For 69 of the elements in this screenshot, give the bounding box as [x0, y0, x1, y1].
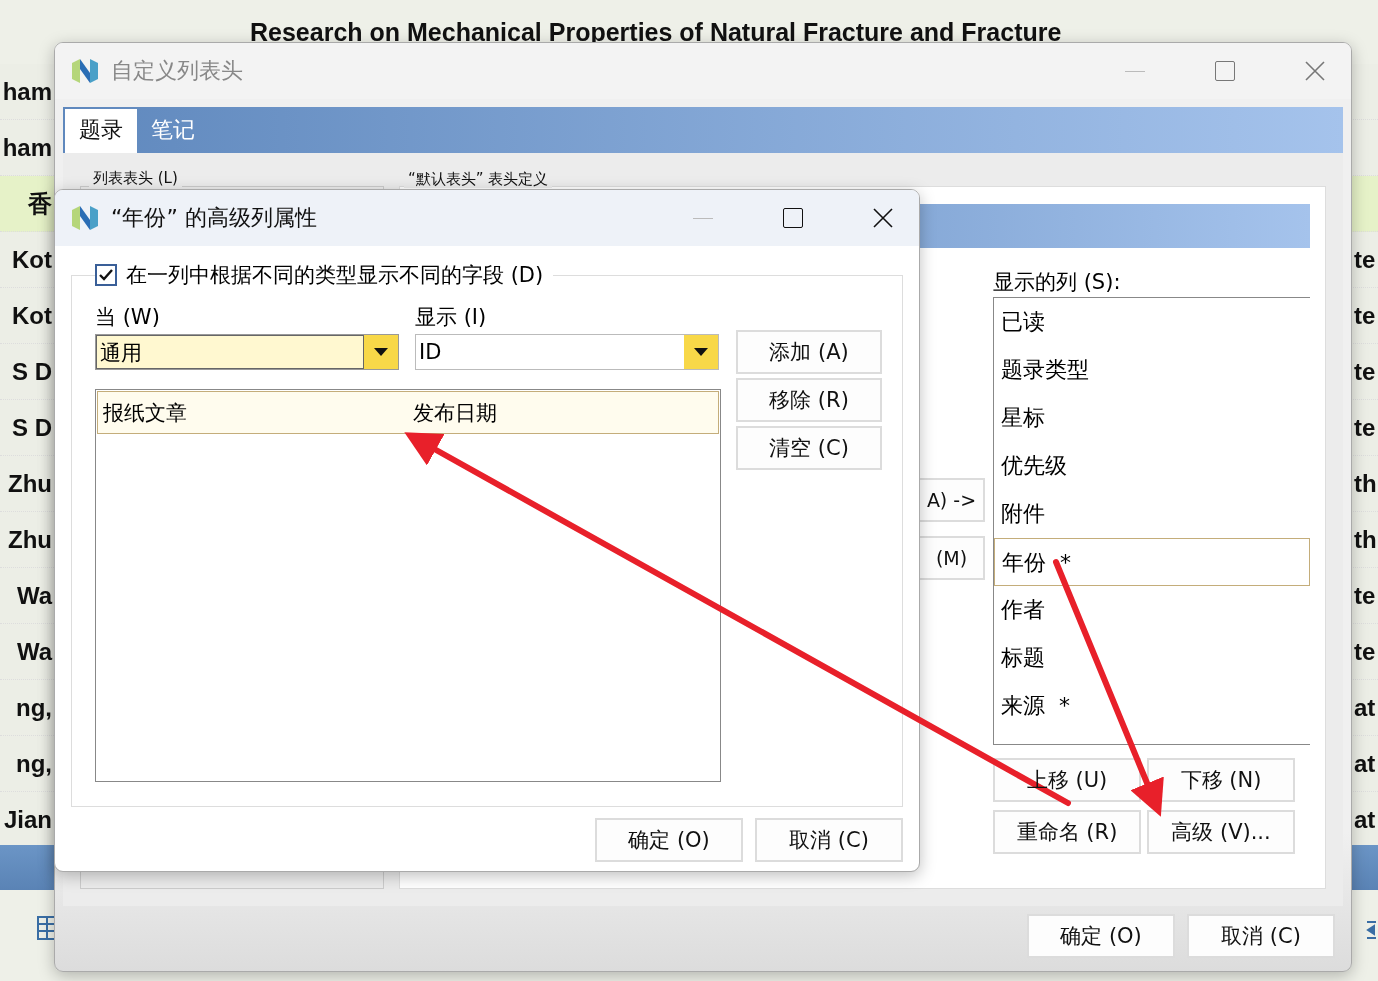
table-cell-text: Wa	[15, 581, 52, 610]
list-label: 显示的列 (S):	[993, 269, 1122, 296]
table-cell-text: te	[1354, 413, 1377, 442]
maximize-icon[interactable]	[783, 208, 803, 228]
list-button[interactable]: 重命名 (R)	[993, 810, 1141, 854]
list-button[interactable]: 高级 (V)...	[1147, 810, 1295, 854]
table-cell-text: ng,	[15, 749, 52, 778]
table-cell-text: at	[1354, 805, 1377, 834]
table-cell-text: at	[1354, 693, 1377, 722]
table-cell-text: te	[1354, 245, 1377, 274]
list-item[interactable]: 附件	[994, 490, 1310, 538]
dialog-button[interactable]: 取消 (C)	[1187, 914, 1335, 958]
list-button[interactable]: 下移 (N)	[1147, 758, 1295, 802]
table-cell-text: at	[1354, 749, 1377, 778]
table-cell: th	[1354, 469, 1378, 498]
table-cell-text: S D	[11, 413, 52, 442]
list-row[interactable]: 报纸文章 发布日期	[97, 391, 719, 434]
table-cell-text: Zhu	[7, 525, 52, 554]
table-cell-text: Wa	[15, 637, 52, 666]
table-cell-text: ng,	[15, 693, 52, 722]
table-cell-text: 发布日期	[413, 399, 497, 427]
list-button[interactable]: 移除 (R)	[736, 378, 882, 422]
group-label: “默认表头” 表头定义	[404, 170, 553, 188]
list-button[interactable]: 添加 (A)	[736, 330, 882, 374]
list-item[interactable]: 年份 *	[994, 538, 1310, 586]
checkbox[interactable]	[95, 264, 117, 286]
table-cell-text: 报纸文章	[102, 399, 188, 427]
field-label: 显示 (I)	[415, 304, 488, 331]
list-item[interactable]: 标题	[994, 634, 1310, 682]
dialog-button[interactable]: 确定 (O)	[1027, 914, 1175, 958]
arrow-icon[interactable]	[1366, 918, 1376, 942]
list-item[interactable]: 作者	[994, 586, 1310, 634]
checkbox-label: 在一列中根据不同的类型显示不同的字段 (D)	[126, 262, 544, 289]
close-icon[interactable]	[873, 208, 893, 228]
dropdown[interactable]: ID	[415, 334, 719, 370]
table-cell-text: ham	[1, 77, 52, 106]
dialog-button[interactable]: 确定 (O)	[595, 818, 743, 862]
table-cell-text: 香	[27, 188, 52, 219]
table-cell-text: te	[1354, 301, 1377, 330]
table-icon[interactable]	[37, 916, 57, 940]
dialog-button[interactable]: 取消 (C)	[755, 818, 903, 862]
list-item[interactable]: 已读	[994, 298, 1310, 346]
tab[interactable]: 题录	[65, 109, 137, 153]
table-cell-text: te	[1354, 357, 1377, 386]
move-button[interactable]: A) ->	[918, 478, 985, 522]
document-title: Research on Mechanical Properties of Natural Fracture and Fracture	[250, 18, 1062, 47]
list-item[interactable]: 星标	[994, 394, 1310, 442]
list-item[interactable]: 题录类型	[994, 346, 1310, 394]
table-cell-text: Jian	[2, 805, 52, 834]
table-cell: th	[1354, 525, 1378, 554]
field-label: 当 (W)	[95, 304, 161, 331]
caret-icon	[694, 348, 708, 356]
caret-icon	[374, 348, 388, 356]
table-cell-text: te	[1354, 581, 1377, 610]
group-label: 列表表头 (L)	[89, 169, 182, 187]
dropdown[interactable]: 通用	[95, 334, 399, 370]
table-cell-text: te	[1354, 637, 1377, 666]
table-cell-text: Kot	[11, 301, 52, 330]
list-item[interactable]: 优先级	[994, 442, 1310, 490]
move-button[interactable]: (M)	[918, 536, 985, 580]
table-cell-text: Kot	[11, 245, 52, 274]
table-cell-text: S D	[11, 357, 52, 386]
window-title: “年份” 的高级列属性	[111, 204, 317, 232]
table-cell-text: Zhu	[7, 469, 52, 498]
list-item[interactable]: 来源 *	[994, 682, 1310, 730]
check-icon	[98, 267, 114, 283]
table-cell-text: ham	[1, 133, 52, 162]
window-title: 自定义列表头	[111, 57, 243, 85]
list-button[interactable]: 清空 (C)	[736, 426, 882, 470]
